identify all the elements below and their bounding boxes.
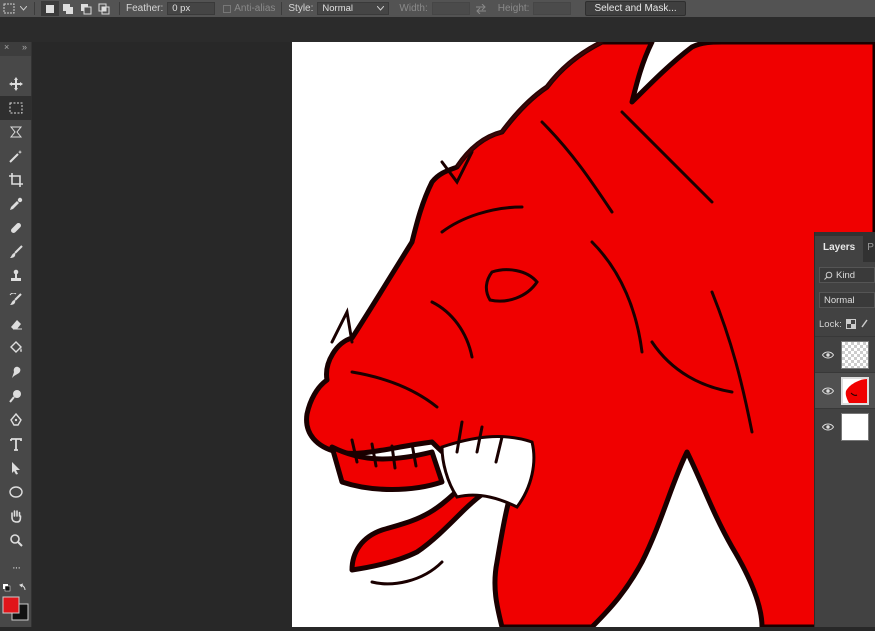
options-bar: Feather: 0 px Anti-alias Style: Normal W… (0, 0, 875, 17)
search-icon (824, 271, 833, 280)
rectangular-marquee-tool-icon[interactable] (0, 96, 32, 120)
pen-tool-icon[interactable] (0, 408, 32, 432)
color-swatches (2, 582, 30, 626)
tools-panel-header: × » (0, 42, 31, 56)
crop-tool-icon[interactable] (0, 168, 32, 192)
layers-panel-tabs: Layers P (815, 232, 875, 262)
paint-bucket-tool-icon[interactable] (0, 336, 32, 360)
eye-icon[interactable] (822, 387, 834, 395)
brush-tool-icon[interactable] (0, 240, 32, 264)
style-select[interactable]: Normal (317, 2, 390, 15)
lock-transparent-pixels-icon[interactable] (845, 319, 856, 329)
width-input[interactable] (431, 2, 470, 15)
tab-paths[interactable]: P (863, 236, 875, 262)
kind-label: Kind (836, 269, 856, 281)
foreground-color-swatch[interactable] (2, 596, 20, 614)
eraser-tool-icon[interactable] (0, 312, 32, 336)
style-label: Style: (288, 3, 314, 14)
layer-row[interactable] (815, 372, 875, 408)
dragon-artwork (304, 42, 875, 627)
eye-icon[interactable] (822, 351, 834, 359)
eye-icon[interactable] (822, 423, 834, 431)
more-tools-icon[interactable]: ··· (0, 556, 32, 580)
dragon-thumbnail-icon (845, 378, 867, 403)
history-brush-tool-icon[interactable] (0, 288, 32, 312)
add-to-selection-icon[interactable] (59, 1, 77, 16)
antialias-checkbox[interactable] (223, 4, 232, 13)
feather-label: Feather: (126, 3, 164, 14)
layer-filter-kind[interactable]: Kind (819, 267, 875, 283)
eyedropper-tool-icon[interactable] (0, 192, 32, 216)
marquee-preset-icon[interactable] (0, 1, 18, 16)
chevron-down-icon[interactable] (18, 1, 28, 16)
document-tab-strip (0, 17, 875, 42)
clone-stamp-tool-icon[interactable] (0, 264, 32, 288)
swap-colors-icon[interactable] (19, 583, 26, 591)
expand-icon[interactable]: » (22, 42, 27, 56)
layer-thumbnail (841, 376, 869, 405)
chevron-down-icon (377, 6, 385, 11)
intersect-selection-icon[interactable] (95, 1, 113, 16)
dragon-head (304, 42, 875, 627)
style-value: Normal (322, 3, 354, 14)
height-input[interactable] (533, 2, 572, 15)
height-label: Height: (497, 3, 530, 14)
width-label: Width: (399, 3, 428, 14)
blend-mode-select[interactable]: Normal (819, 292, 875, 308)
lasso-tool-icon[interactable] (0, 120, 32, 144)
document-canvas[interactable] (292, 42, 875, 627)
zoom-tool-icon[interactable] (0, 528, 32, 552)
layer-row[interactable] (815, 408, 875, 444)
magic-wand-tool-icon[interactable] (0, 144, 32, 168)
path-selection-tool-icon[interactable] (0, 456, 32, 480)
hand-tool-icon[interactable] (0, 504, 32, 528)
select-and-mask-button[interactable]: Select and Mask... (585, 1, 686, 16)
tab-layers[interactable]: Layers (815, 236, 864, 262)
healing-brush-tool-icon[interactable] (0, 216, 32, 240)
layer-thumbnail (841, 412, 869, 441)
antialias-label: Anti-alias (234, 3, 276, 14)
ellipse-tool-icon[interactable] (0, 480, 32, 504)
close-icon[interactable]: × (4, 42, 9, 56)
feather-input[interactable]: 0 px (167, 2, 216, 15)
lock-label: Lock: (819, 318, 842, 330)
layer-row[interactable] (815, 336, 875, 372)
layer-thumbnail (841, 340, 869, 369)
swap-dimensions-icon[interactable] (470, 1, 492, 16)
default-colors-icon[interactable] (3, 584, 11, 592)
dodge-tool-icon[interactable] (0, 384, 32, 408)
new-selection-icon[interactable] (41, 1, 59, 16)
subtract-from-selection-icon[interactable] (77, 1, 95, 16)
smudge-tool-icon[interactable] (0, 360, 32, 384)
lock-image-pixels-icon[interactable] (860, 319, 868, 329)
move-tool-icon[interactable] (0, 72, 32, 96)
type-tool-icon[interactable] (0, 432, 32, 456)
tools-panel: × » ··· (0, 42, 32, 627)
layers-panel: Layers P Kind Normal Lock: (814, 232, 875, 627)
